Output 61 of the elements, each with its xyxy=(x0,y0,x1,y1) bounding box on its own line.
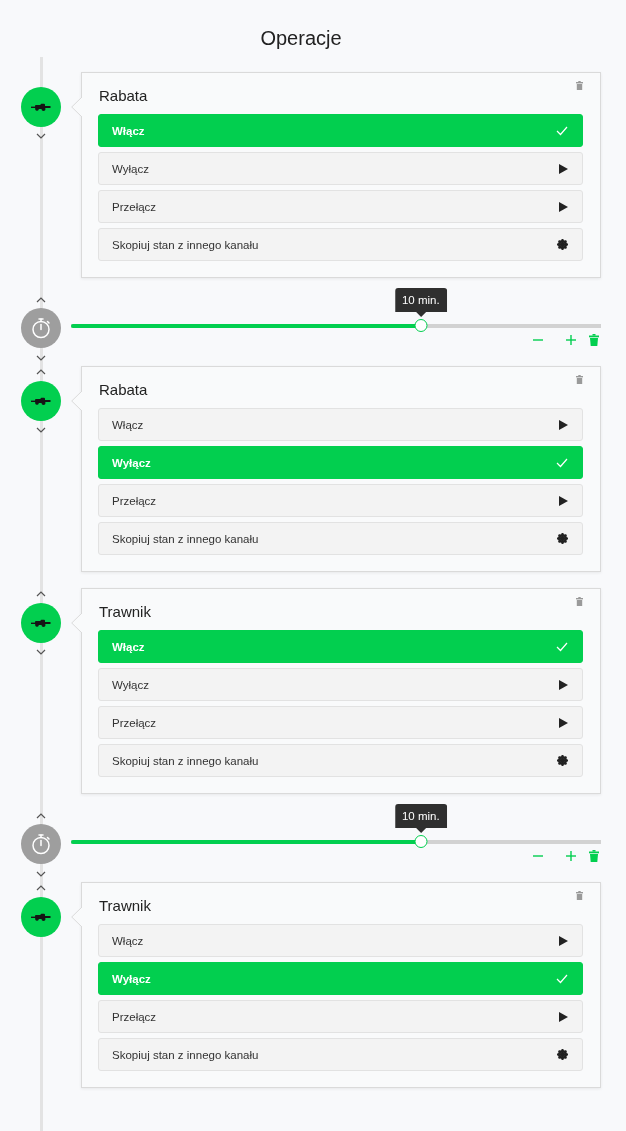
check-icon xyxy=(556,125,568,136)
settings-icon xyxy=(557,755,568,766)
trash-icon[interactable] xyxy=(576,375,583,384)
chevron-down-icon[interactable] xyxy=(36,871,46,877)
chevron-up-icon[interactable] xyxy=(36,885,46,891)
play-icon xyxy=(559,163,568,174)
trash-icon[interactable] xyxy=(576,81,583,90)
action-button[interactable]: Przełącz xyxy=(98,484,583,517)
action-button[interactable]: Wyłącz xyxy=(98,668,583,701)
channel-name: Trawnik xyxy=(99,602,151,622)
chevron-up-icon[interactable] xyxy=(36,813,46,819)
plus-icon[interactable] xyxy=(566,335,576,345)
trash-icon[interactable] xyxy=(576,891,583,900)
tractor-icon xyxy=(21,381,61,421)
check-icon xyxy=(556,457,568,468)
action-button[interactable]: Skopiuj stan z innego kanału xyxy=(98,522,583,555)
play-icon xyxy=(559,1011,568,1022)
settings-icon xyxy=(557,1049,568,1060)
action-button[interactable]: Przełącz xyxy=(98,190,583,223)
chevron-down-icon[interactable] xyxy=(36,649,46,655)
trash-icon[interactable] xyxy=(576,597,583,606)
slider-thumb[interactable] xyxy=(414,835,428,848)
check-icon xyxy=(556,641,568,652)
stopwatch-icon xyxy=(21,308,61,348)
play-icon xyxy=(559,419,568,430)
settings-icon xyxy=(557,533,568,544)
action-button[interactable]: Skopiuj stan z innego kanału xyxy=(98,744,583,777)
action-button[interactable]: Skopiuj stan z innego kanału xyxy=(98,228,583,261)
chevron-up-icon[interactable] xyxy=(36,369,46,375)
play-icon xyxy=(559,935,568,946)
play-icon xyxy=(559,495,568,506)
chevron-up-icon[interactable] xyxy=(36,591,46,597)
play-icon xyxy=(559,717,568,728)
chevron-down-icon[interactable] xyxy=(36,427,46,433)
action-button[interactable]: Przełącz xyxy=(98,1000,583,1033)
action-button[interactable]: Wyłącz xyxy=(98,152,583,185)
play-icon xyxy=(559,201,568,212)
action-button[interactable]: Włącz xyxy=(98,408,583,441)
play-icon xyxy=(559,679,568,690)
trash-icon[interactable] xyxy=(589,334,599,346)
chevron-down-icon[interactable] xyxy=(36,133,46,139)
chevron-down-icon[interactable] xyxy=(36,355,46,361)
stopwatch-icon xyxy=(21,824,61,864)
duration-tooltip: 10 min. xyxy=(394,288,447,317)
channel-name: Rabata xyxy=(99,380,148,400)
tractor-icon xyxy=(21,603,61,643)
action-button[interactable]: Przełącz xyxy=(98,706,583,739)
slider-thumb[interactable] xyxy=(414,319,428,332)
plus-icon[interactable] xyxy=(566,851,576,861)
page-title: Operacje xyxy=(260,26,342,50)
tractor-icon xyxy=(21,87,61,127)
trash-icon[interactable] xyxy=(589,850,599,862)
action-button[interactable]: Włącz xyxy=(98,924,583,957)
duration-tooltip: 10 min. xyxy=(394,804,447,833)
action-button[interactable]: Skopiuj stan z innego kanału xyxy=(98,1038,583,1071)
settings-icon xyxy=(557,239,568,250)
tractor-icon xyxy=(21,897,61,937)
check-icon xyxy=(556,973,568,984)
channel-name: Rabata xyxy=(99,86,148,106)
chevron-up-icon[interactable] xyxy=(36,297,46,303)
channel-name: Trawnik xyxy=(99,896,151,916)
